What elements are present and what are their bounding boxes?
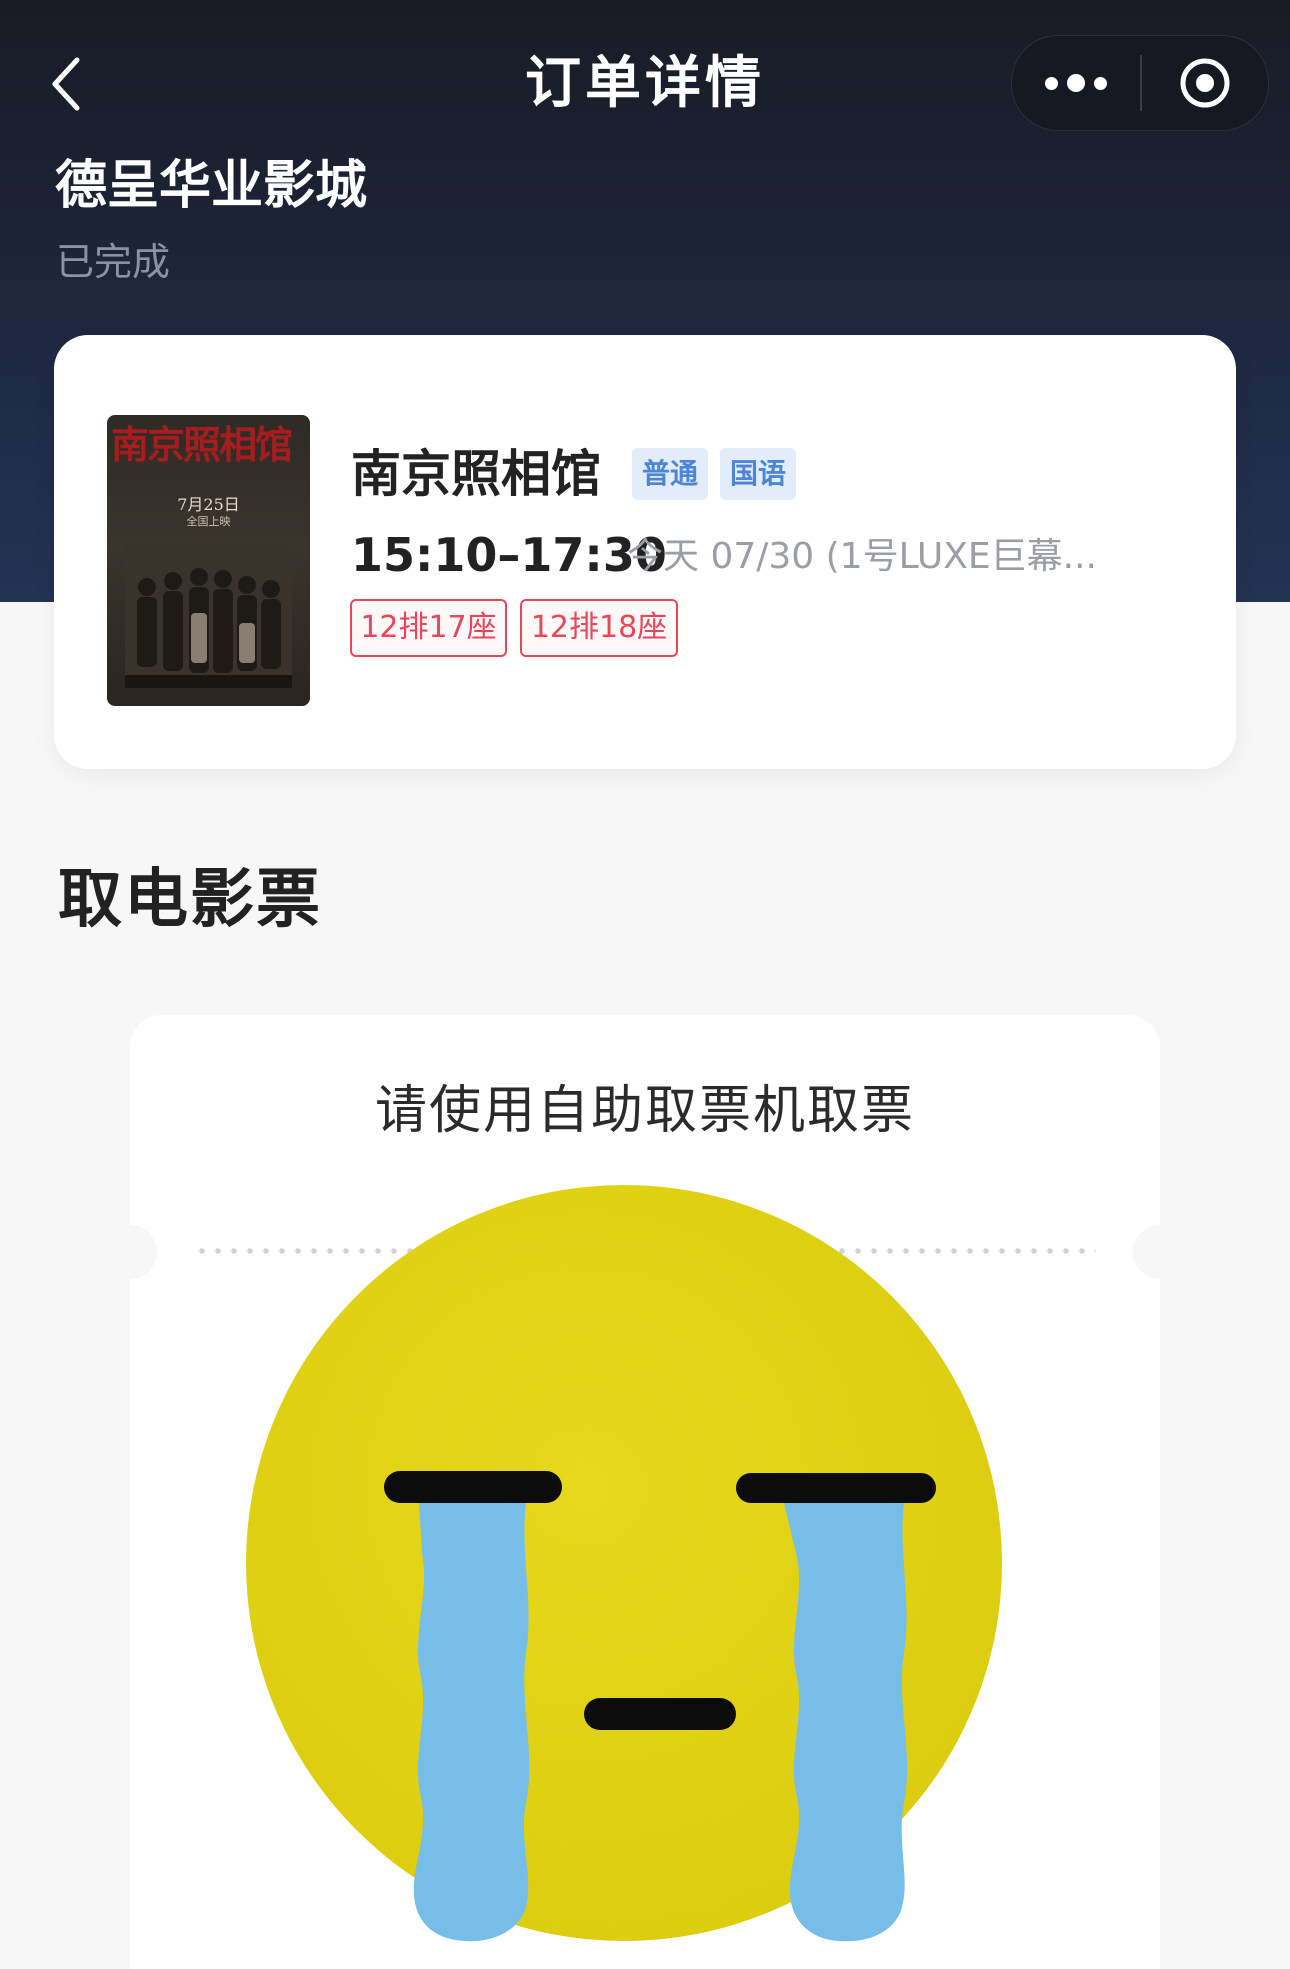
seat-badge: 12排18座 bbox=[520, 599, 678, 657]
show-date-hall: 今天 07/30 (1号LUXE巨幕... bbox=[627, 536, 1097, 577]
movie-poster: 南京照相馆 7月25日 全国上映 bbox=[107, 415, 310, 706]
showtime: 15:10–17:30 bbox=[351, 528, 667, 582]
mini-program-capsule bbox=[1011, 35, 1269, 131]
more-button[interactable] bbox=[1012, 36, 1140, 130]
target-circle-icon bbox=[1180, 58, 1230, 108]
poster-title: 南京照相馆 bbox=[111, 422, 293, 467]
movie-title: 南京照相馆 bbox=[351, 445, 601, 503]
poster-date: 7月25日 bbox=[177, 495, 240, 514]
format-tag: 普通 bbox=[632, 448, 708, 500]
cinema-name: 德呈华业影城 bbox=[55, 156, 368, 216]
order-detail-page: 订单详情 德呈华业影城 已完成 南京照相馆 7月25日 全国上映 南京照相馆 普… bbox=[0, 0, 1290, 1969]
movie-info-card[interactable]: 南京照相馆 7月25日 全国上映 南京照相馆 普通 国语 15:10–17:30… bbox=[54, 335, 1236, 769]
pickup-instruction: 请使用自助取票机取票 bbox=[374, 1081, 915, 1141]
poster-people-illustration bbox=[125, 543, 292, 688]
poster-subtitle: 全国上映 bbox=[186, 515, 231, 528]
section-title-pickup: 取电影票 bbox=[58, 863, 322, 937]
more-dots-icon bbox=[1067, 74, 1085, 92]
close-mini-program-button[interactable] bbox=[1142, 36, 1268, 130]
ticket-notch-right bbox=[1133, 1225, 1187, 1279]
more-dots-icon bbox=[1094, 76, 1107, 90]
more-dots-icon bbox=[1045, 76, 1058, 90]
language-tag: 国语 bbox=[720, 448, 796, 500]
crying-face-icon bbox=[246, 1185, 1002, 1942]
watermark bbox=[1095, 1930, 1275, 1960]
seat-badge: 12排17座 bbox=[350, 599, 507, 657]
ticket-notch-left bbox=[103, 1225, 157, 1279]
order-status: 已完成 bbox=[56, 240, 171, 284]
